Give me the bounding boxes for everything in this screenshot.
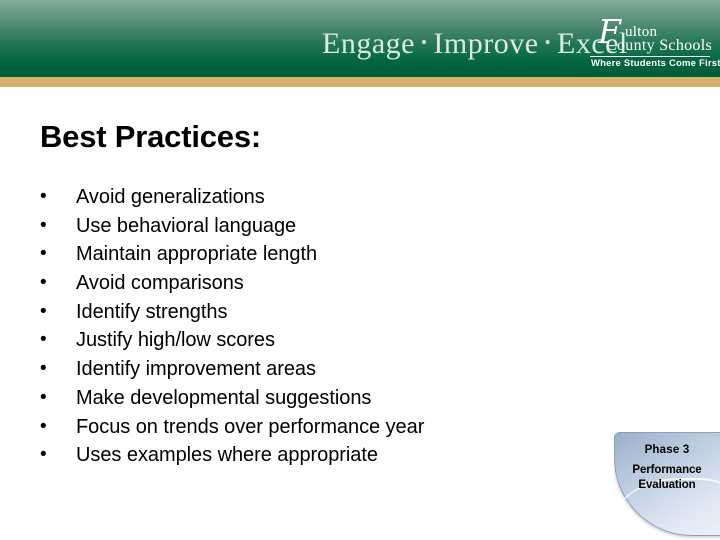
list-item-label: Maintain appropriate length (76, 243, 318, 266)
fulton-county-schools-logo: F ulton County Schools Where Students Co… (588, 15, 720, 69)
phase-badge: Phase 3 Performance Evaluation (614, 432, 720, 540)
logo-tagline: Where Students Come First (591, 58, 720, 69)
list-item: • Make developmental suggestions (40, 384, 600, 413)
logo-divider (590, 56, 710, 57)
bullet-icon: • (40, 415, 47, 437)
list-item: • Use behavioral language (40, 212, 600, 241)
header-gold-accent-band (0, 77, 720, 87)
list-item-label: Make developmental suggestions (76, 386, 372, 409)
tagline-separator-2: • (544, 33, 552, 53)
list-item-label: Use behavioral language (76, 214, 297, 237)
bullet-icon: • (40, 329, 47, 351)
bullet-icon: • (40, 300, 47, 322)
logo-line-county-schools: County Schools (606, 37, 712, 54)
list-item: • Justify high/low scores (40, 326, 600, 355)
page-title: Best Practices: (40, 119, 262, 154)
list-item-label: Justify high/low scores (76, 329, 275, 352)
list-item: • Focus on trends over performance year (40, 413, 600, 442)
bullet-icon: • (40, 214, 47, 236)
best-practices-list: • Avoid generalizations • Use behavioral… (40, 183, 600, 470)
bullet-icon: • (40, 186, 47, 207)
phase-badge-title-line-1: Performance (632, 464, 702, 476)
list-item: • Identify improvement areas (40, 355, 600, 384)
list-item: • Uses examples where appropriate (40, 441, 600, 470)
bullet-icon: • (40, 243, 47, 265)
list-item-label: Avoid comparisons (76, 272, 244, 295)
list-item-label: Focus on trends over performance year (76, 415, 425, 438)
phase-badge-phase-label: Phase 3 (644, 444, 690, 456)
phase-badge-text: Phase 3 Performance Evaluation (614, 443, 720, 493)
list-item-label: Identify strengths (76, 300, 228, 323)
list-item-label: Avoid generalizations (76, 186, 265, 208)
header-tagline: Engage • Improve • Excel (322, 23, 627, 65)
bullet-icon: • (40, 444, 47, 466)
list-item: • Avoid comparisons (40, 269, 600, 298)
list-item: • Identify strengths (40, 298, 600, 327)
list-item-label: Identify improvement areas (76, 358, 316, 381)
bullet-icon: • (40, 386, 47, 408)
list-item: • Avoid generalizations (40, 183, 600, 212)
header-banner: Engage • Improve • Excel F ulton County Scho… (0, 0, 720, 77)
list-item: • Maintain appropriate length (40, 240, 600, 269)
tagline-word-engage: Engage (322, 27, 415, 60)
bullet-icon: • (40, 272, 47, 294)
list-item-label: Uses examples where appropriate (76, 444, 378, 467)
bullet-icon: • (40, 358, 47, 380)
tagline-word-improve: Improve (433, 27, 539, 60)
tagline-separator-1: • (420, 33, 428, 53)
phase-badge-title-line-2: Evaluation (638, 479, 696, 491)
